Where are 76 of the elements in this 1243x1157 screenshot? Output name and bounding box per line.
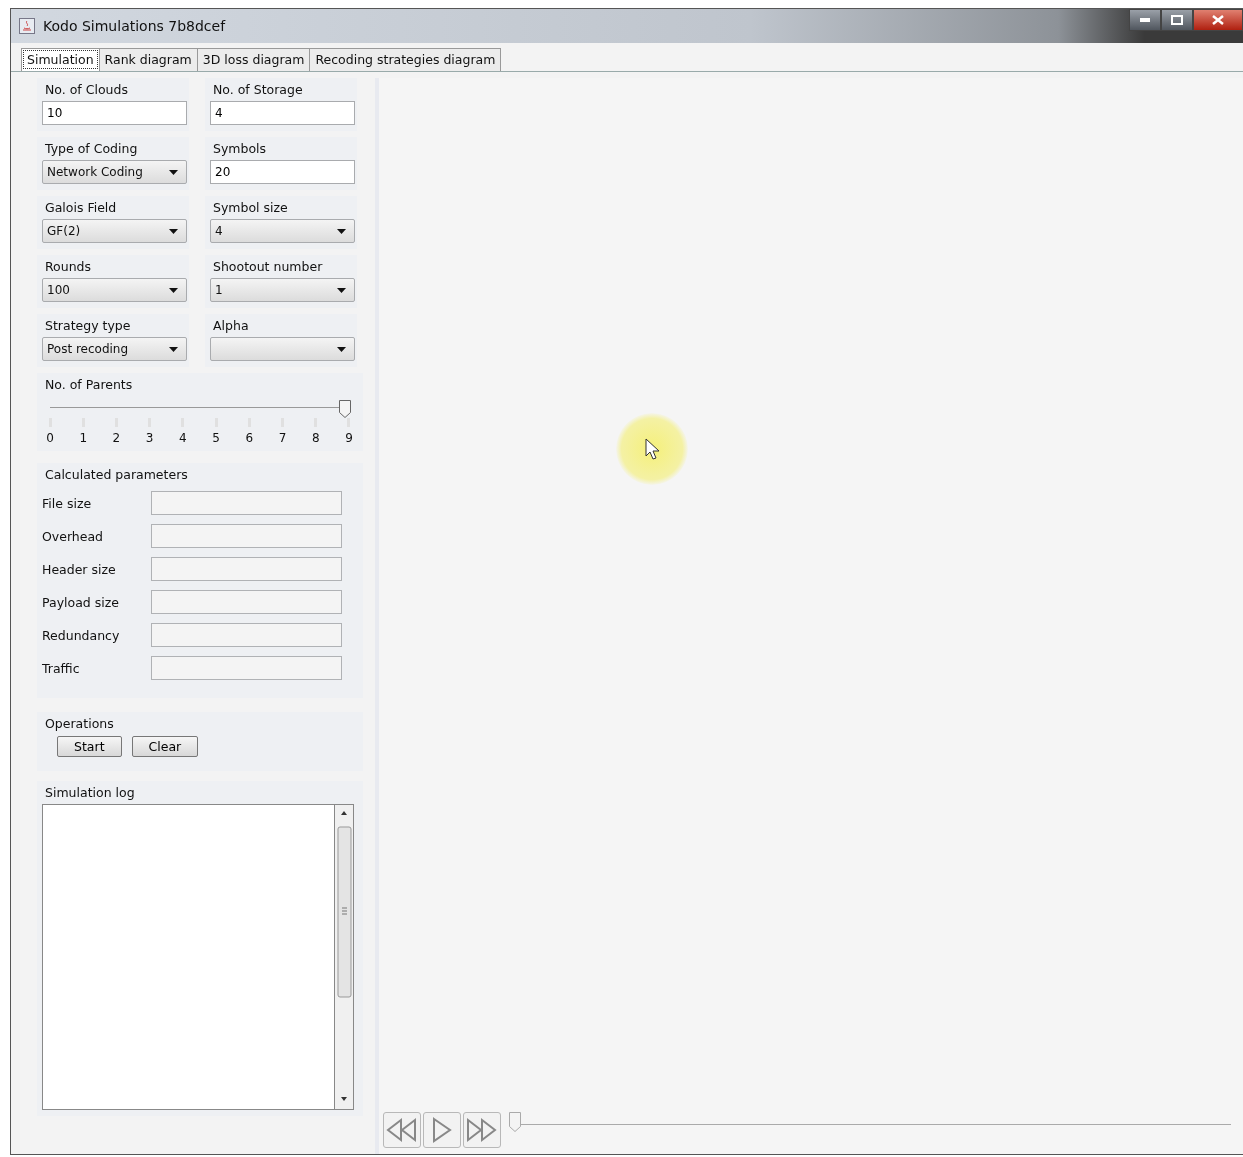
tick-label: 5 (212, 431, 220, 445)
field-label: Rounds (44, 259, 93, 274)
tick-label: 2 (112, 431, 121, 445)
text-field[interactable] (151, 623, 342, 647)
field-label: Symbol size (212, 200, 289, 215)
field-label: Overhead (42, 528, 105, 544)
field-label: No. of Storage (212, 82, 304, 97)
tick-label: 3 (145, 431, 154, 445)
rewind-button[interactable] (383, 1112, 421, 1148)
play-button[interactable] (423, 1112, 461, 1148)
field-label: Alpha (212, 318, 250, 333)
group-label: Simulation log (44, 785, 136, 800)
field-label: Header size (42, 561, 117, 577)
group-label: Calculated parameters (44, 467, 189, 482)
slider-thumb[interactable] (339, 400, 351, 418)
text-field[interactable] (151, 491, 342, 515)
forward-button[interactable] (463, 1112, 501, 1148)
tick-label: 1 (79, 431, 88, 445)
close-button[interactable] (1193, 9, 1243, 31)
caret-icon (169, 346, 178, 352)
caret-icon (337, 228, 346, 234)
tick-label: 7 (278, 431, 287, 445)
field-label: No. of Clouds (44, 82, 129, 97)
app-icon (19, 18, 35, 34)
pointer-icon (645, 438, 659, 460)
maximize-button[interactable] (1161, 9, 1193, 31)
tick-label: 0 (46, 431, 54, 445)
text-field[interactable] (151, 656, 342, 680)
caret-icon (169, 287, 178, 293)
field-label: Symbols (212, 141, 268, 156)
scrollbar[interactable] (334, 804, 354, 1110)
fast-forward-icon (465, 1116, 499, 1144)
dropdown[interactable]: Network Coding (42, 160, 187, 184)
text-field[interactable] (151, 557, 342, 581)
field-label: Type of Coding (44, 141, 139, 156)
text-field[interactable] (151, 524, 342, 548)
caret-icon (337, 346, 346, 352)
field-label: Galois Field (44, 200, 118, 215)
tab[interactable]: Recoding strategies diagram (309, 48, 502, 71)
maximize-icon (1171, 15, 1183, 25)
text-field[interactable]: 10 (42, 101, 187, 125)
field-label: Traffic (42, 660, 81, 676)
minimize-icon (1140, 18, 1150, 22)
text-field[interactable]: 4 (210, 101, 355, 125)
dropdown[interactable]: Post recoding (42, 337, 187, 361)
window-title: Kodo Simulations 7b8dcef (43, 18, 226, 34)
tab[interactable]: Rank diagram (98, 48, 198, 71)
text-field[interactable]: 20 (210, 160, 355, 184)
minimize-button[interactable] (1129, 9, 1161, 31)
close-icon (1212, 15, 1224, 25)
caret-icon (337, 287, 346, 293)
field-label: Redundancy (42, 627, 121, 643)
text-field[interactable] (151, 590, 342, 614)
dropdown[interactable]: 1 (210, 278, 355, 302)
field-label: Shootout number (212, 259, 324, 274)
button[interactable]: Clear (131, 736, 199, 757)
field-label: File size (42, 495, 93, 511)
tick-label: 4 (179, 431, 187, 445)
group-label: Operations (44, 716, 115, 731)
tab[interactable]: 3D loss diagram (196, 48, 311, 71)
slider-thumb[interactable] (509, 1112, 521, 1132)
caret-icon (169, 169, 178, 175)
dropdown[interactable]: 4 (210, 219, 355, 243)
tick-label: 6 (245, 431, 254, 445)
tick-label: 9 (345, 431, 353, 445)
dropdown[interactable]: GF(2) (42, 219, 187, 243)
dropdown[interactable]: 100 (42, 278, 187, 302)
tab[interactable]: Simulation (21, 48, 100, 71)
button[interactable]: Start (57, 736, 122, 757)
field-label: Strategy type (44, 318, 132, 333)
rewind-icon (385, 1116, 419, 1144)
caret-icon (169, 228, 178, 234)
group-label: No. of Parents (44, 377, 134, 392)
dropdown[interactable] (210, 337, 355, 361)
field-label: Payload size (42, 594, 120, 610)
tick-label: 8 (311, 431, 320, 445)
